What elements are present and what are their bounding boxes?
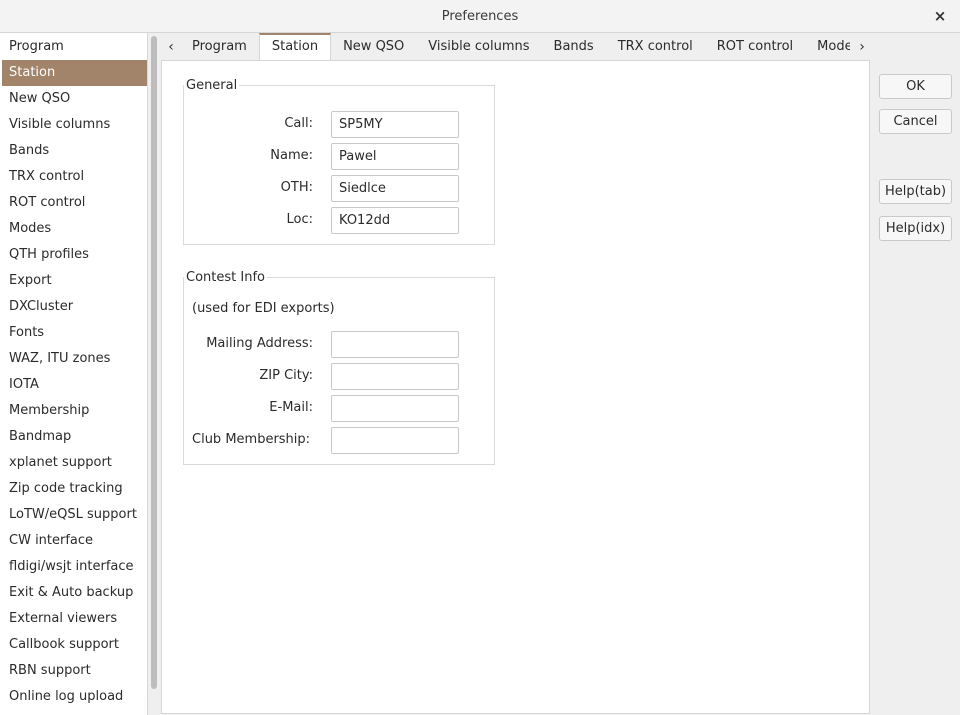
general-group: General Call: Name: OTH: Loc: <box>183 78 495 245</box>
name-row: Name: <box>184 143 494 170</box>
general-legend: General <box>186 78 238 93</box>
qth-label: OTH: <box>280 180 313 195</box>
locator-label: Loc: <box>286 212 314 227</box>
tab-trx-control[interactable]: TRX control <box>606 33 705 60</box>
help-idx-button[interactable]: Help(idx) <box>879 216 952 241</box>
ok-button[interactable]: OK <box>879 74 952 99</box>
contest-info-group: Contest Info (used for EDI exports) Mail… <box>183 270 495 465</box>
qth-field[interactable] <box>331 175 459 202</box>
email-field[interactable] <box>331 395 459 422</box>
category-item-modes[interactable]: Modes <box>2 216 147 242</box>
category-item-rbn-support[interactable]: RBN support <box>2 658 147 684</box>
category-item-iota[interactable]: IOTA <box>2 372 147 398</box>
category-item-dxcluster[interactable]: DXCluster <box>2 294 147 320</box>
category-item-qth-profiles[interactable]: QTH profiles <box>2 242 147 268</box>
tab-new-qso[interactable]: New QSO <box>331 33 416 60</box>
category-item-export[interactable]: Export <box>2 268 147 294</box>
tab-visible-columns[interactable]: Visible columns <box>416 33 541 60</box>
title-bar: Preferences × <box>0 0 960 33</box>
category-item-membership[interactable]: Membership <box>2 398 147 424</box>
cancel-button[interactable]: Cancel <box>879 109 952 134</box>
category-item-online-log-upload[interactable]: Online log upload <box>2 684 147 710</box>
category-item-rot-control[interactable]: ROT control <box>2 190 147 216</box>
category-list[interactable]: Program Station New QSO Visible columns … <box>0 33 148 715</box>
category-item-exit-auto-backup[interactable]: Exit & Auto backup <box>2 580 147 606</box>
tab-list: Program Station New QSO Visible columns Band… <box>180 33 850 60</box>
email-label: E-Mail: <box>269 400 313 415</box>
mailing-address-label: Mailing Address: <box>206 336 313 351</box>
locator-row: Loc: <box>184 207 494 234</box>
name-field[interactable] <box>331 143 459 170</box>
category-item-zip-code-tracking[interactable]: Zip code tracking <box>2 476 147 502</box>
category-item-station[interactable]: Station <box>2 60 147 86</box>
call-label: Call: <box>284 116 313 131</box>
mailing-address-row: Mailing Address: <box>184 331 494 358</box>
tab-scroll-right-icon[interactable]: › <box>853 37 871 57</box>
category-item-new-qso[interactable]: New QSO <box>2 86 147 112</box>
tab-modes[interactable]: Modes <box>805 33 850 60</box>
category-item-visible-columns[interactable]: Visible columns <box>2 112 147 138</box>
category-item-lotw-eqsl-support[interactable]: LoTW/eQSL support <box>2 502 147 528</box>
call-field[interactable] <box>331 111 459 138</box>
name-label: Name: <box>270 148 313 163</box>
zip-city-label: ZIP City: <box>259 368 313 383</box>
club-membership-field[interactable] <box>331 427 459 454</box>
club-membership-label: Club Membership: <box>192 432 311 447</box>
category-item-callbook-support[interactable]: Callbook support <box>2 632 147 658</box>
close-icon[interactable]: × <box>932 7 948 25</box>
contest-info-legend: Contest Info <box>186 270 265 285</box>
tab-station[interactable]: Station <box>258 33 332 60</box>
tab-scroll-left-icon[interactable]: ‹ <box>162 37 180 57</box>
scrollbar-thumb[interactable] <box>151 36 157 689</box>
category-item-trx-control[interactable]: TRX control <box>2 164 147 190</box>
station-tab-panel: General Call: Name: OTH: Loc: Contest In… <box>161 60 870 714</box>
zip-city-field[interactable] <box>331 363 459 390</box>
window-title: Preferences <box>441 9 519 24</box>
tab-rot-control[interactable]: ROT control <box>705 33 805 60</box>
category-item-xplanet-support[interactable]: xplanet support <box>2 450 147 476</box>
tab-program[interactable]: Program <box>180 33 259 60</box>
category-list-scrollbar[interactable] <box>148 33 160 715</box>
locator-field[interactable] <box>331 207 459 234</box>
category-item-bands[interactable]: Bands <box>2 138 147 164</box>
category-item-waz-itu-zones[interactable]: WAZ, ITU zones <box>2 346 147 372</box>
category-item-fldigi-wsjt-interface[interactable]: fldigi/wsjt interface <box>2 554 147 580</box>
category-item-external-viewers[interactable]: External viewers <box>2 606 147 632</box>
call-row: Call: <box>184 111 494 138</box>
tab-bands[interactable]: Bands <box>542 33 606 60</box>
category-item-bandmap[interactable]: Bandmap <box>2 424 147 450</box>
qth-row: OTH: <box>184 175 494 202</box>
category-item-fonts[interactable]: Fonts <box>2 320 147 346</box>
email-row: E-Mail: <box>184 395 494 422</box>
zip-city-row: ZIP City: <box>184 363 494 390</box>
category-item-cw-interface[interactable]: CW interface <box>2 528 147 554</box>
tab-strip: ‹ Program Station New QSO Visible columns Ba… <box>160 33 871 60</box>
contest-info-note: (used for EDI exports) <box>192 301 335 316</box>
help-tab-button[interactable]: Help(tab) <box>879 179 952 204</box>
club-membership-row: Club Membership: <box>184 427 494 454</box>
category-item-program[interactable]: Program <box>2 34 147 60</box>
mailing-address-field[interactable] <box>331 331 459 358</box>
